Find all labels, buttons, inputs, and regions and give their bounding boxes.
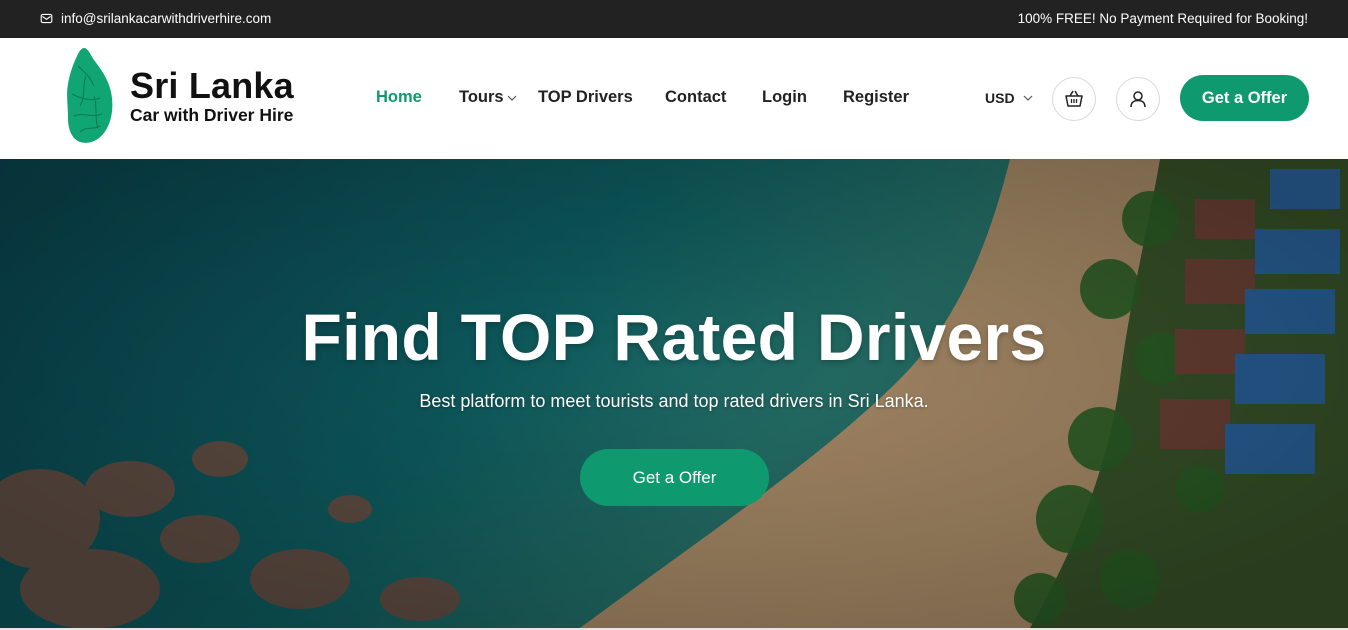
chevron-down-icon xyxy=(507,95,517,101)
logo-title: Sri Lanka xyxy=(130,65,294,106)
booking-notice: 100% FREE! No Payment Required for Booki… xyxy=(1017,11,1308,26)
user-icon xyxy=(1130,91,1146,108)
currency-selector[interactable]: USD xyxy=(985,90,1033,106)
basket-icon xyxy=(1065,90,1083,107)
account-button[interactable] xyxy=(1116,77,1160,121)
nav-home[interactable]: Home xyxy=(376,88,422,107)
nav-login[interactable]: Login xyxy=(762,88,807,107)
nav-tours[interactable]: Tours xyxy=(459,88,517,107)
nav-contact[interactable]: Contact xyxy=(665,88,726,107)
top-bar: info@srilankacarwithdriverhire.com 100% … xyxy=(0,0,1348,38)
site-header: Sri Lanka Car with Driver Hire Home Tour… xyxy=(0,38,1348,159)
sri-lanka-map-icon xyxy=(67,48,113,143)
nav-tours-label: Tours xyxy=(459,88,504,106)
email-text: info@srilankacarwithdriverhire.com xyxy=(61,11,272,26)
header-offer-button[interactable]: Get a Offer xyxy=(1180,75,1309,121)
hero-title: Find TOP Rated Drivers xyxy=(301,300,1047,374)
cart-button[interactable] xyxy=(1052,77,1096,121)
contact-email[interactable]: info@srilankacarwithdriverhire.com xyxy=(40,11,271,26)
site-logo[interactable]: Sri Lanka Car with Driver Hire xyxy=(64,46,294,146)
logo-subtitle: Car with Driver Hire xyxy=(130,105,294,125)
currency-value: USD xyxy=(985,90,1015,106)
mail-icon xyxy=(40,13,53,24)
nav-top-drivers[interactable]: TOP Drivers xyxy=(538,88,633,107)
hero-subtitle: Best platform to meet tourists and top r… xyxy=(419,391,929,411)
nav-register[interactable]: Register xyxy=(843,88,909,107)
hero-section: Find TOP Rated Drivers Best platform to … xyxy=(0,159,1348,628)
hero-offer-button[interactable]: Get a Offer xyxy=(580,449,769,506)
chevron-down-icon xyxy=(1023,95,1032,101)
